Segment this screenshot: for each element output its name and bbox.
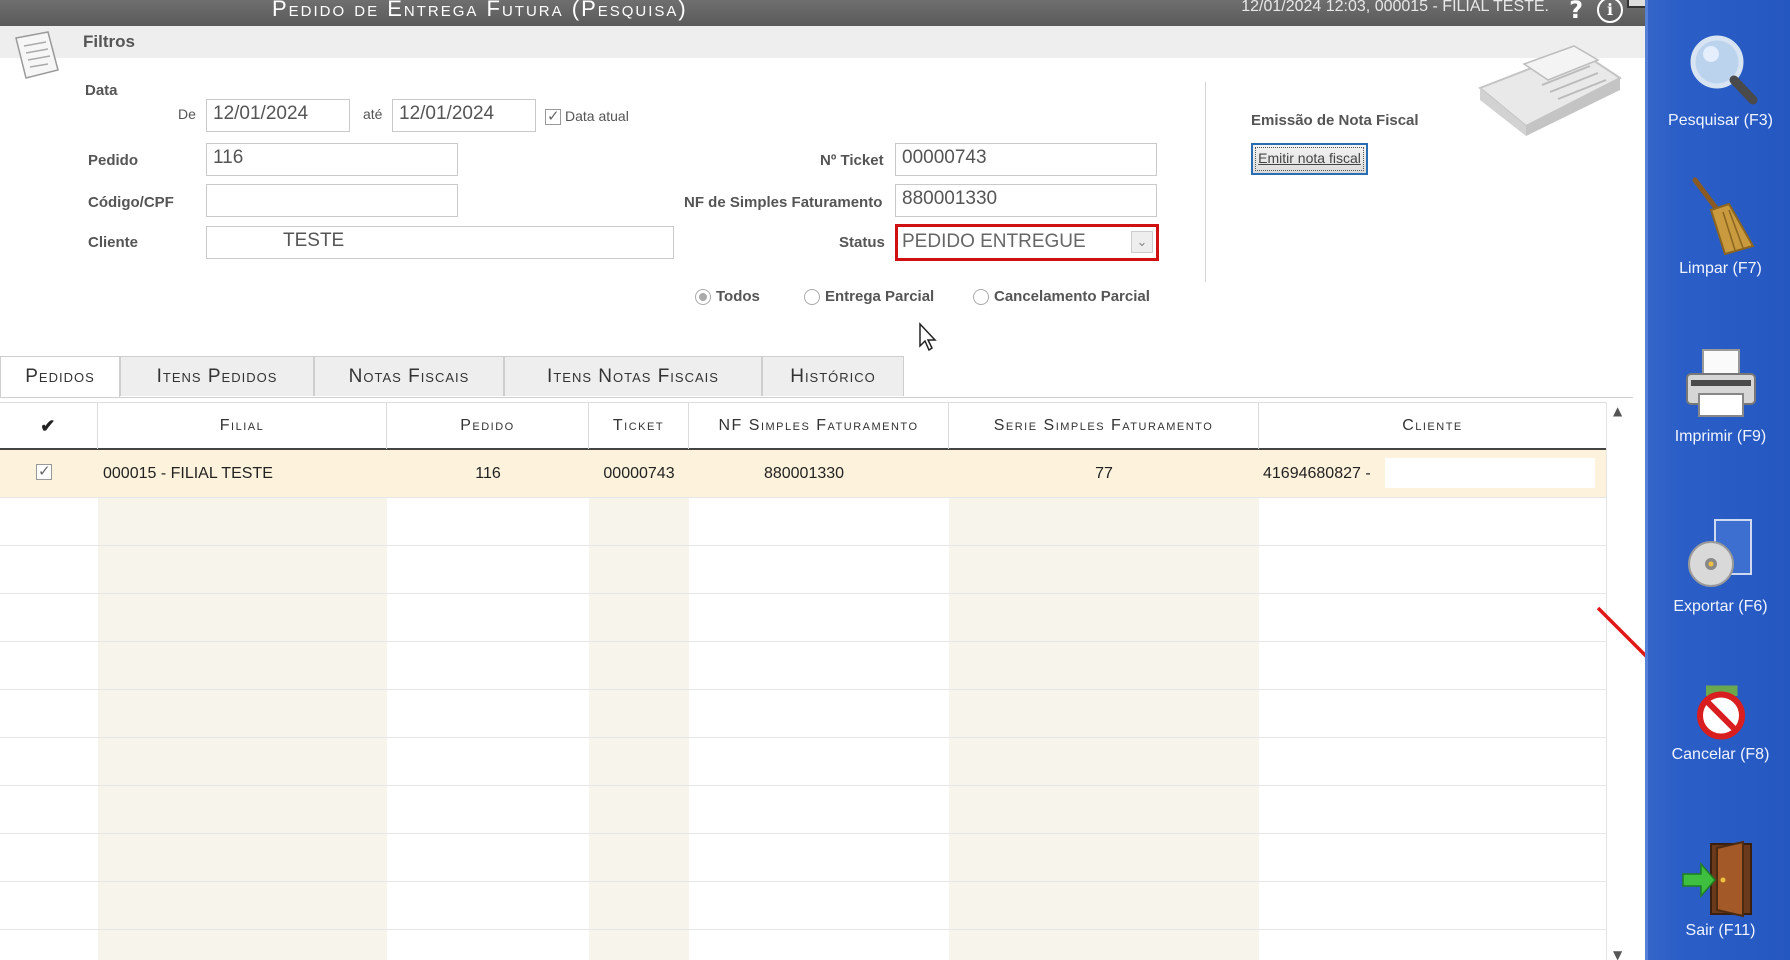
magnifier-icon (1690, 35, 1757, 105)
client-name-redacted (1385, 458, 1595, 488)
exit-button[interactable]: Sair (F11) (1648, 838, 1790, 940)
select-all-header[interactable]: ✔ (0, 403, 98, 449)
radio-partial-cancel-label: Cancelamento Parcial (994, 288, 1150, 305)
search-button[interactable]: Pesquisar (F3) (1648, 28, 1790, 130)
action-toolbar: Pesquisar (F3) Limpar (F7) Imprimir (F9)… (1645, 0, 1790, 960)
cell-ticket: 00000743 (603, 465, 675, 482)
code-cpf-field[interactable] (206, 184, 458, 217)
cancel-icon (1696, 685, 1745, 740)
cell-cliente: 41694680827 - (1263, 465, 1371, 482)
header-nf[interactable]: NF Simples Faturamento (689, 403, 949, 449)
scroll-down-icon[interactable]: ▼ (1613, 948, 1622, 960)
row-checkbox[interactable] (36, 462, 52, 480)
filters-title: Filtros (83, 32, 135, 51)
empty-row (0, 690, 1606, 738)
radio-all[interactable] (695, 289, 711, 305)
document-icon (15, 31, 59, 79)
nf-field[interactable]: 880001330 (895, 184, 1157, 217)
issue-invoice-button[interactable]: Emitir nota fiscal (1251, 143, 1368, 175)
ticket-field[interactable]: 00000743 (895, 143, 1157, 176)
cancel-button[interactable]: Cancelar (F8) (1648, 680, 1790, 764)
date-to-field[interactable]: 12/01/2024 (392, 99, 536, 132)
date-from-label: De (178, 106, 196, 122)
empty-row (0, 786, 1606, 834)
header-serie[interactable]: Serie Simples Faturamento (949, 403, 1259, 449)
export-button-label: Exportar (F6) (1673, 598, 1768, 615)
tab-itens-notas-fiscais[interactable]: Itens Notas Fiscais (504, 356, 762, 396)
radio-all-label: Todos (716, 288, 760, 305)
print-button[interactable]: Imprimir (F9) (1648, 344, 1790, 446)
broom-icon (1692, 177, 1755, 256)
radio-partial-delivery[interactable] (804, 289, 820, 305)
print-button-label: Imprimir (F9) (1674, 428, 1767, 445)
status-value: PEDIDO ENTREGUE (902, 231, 1086, 252)
clear-button-label: Limpar (F7) (1679, 260, 1762, 277)
invoice-section-title: Emissão de Nota Fiscal (1251, 112, 1419, 129)
order-field[interactable]: 116 (206, 143, 458, 176)
nf-label: NF de Simples Faturamento (684, 194, 883, 211)
code-cpf-label: Código/CPF (88, 194, 174, 211)
order-label: Pedido (88, 152, 139, 169)
current-date-label: Data atual (565, 108, 629, 124)
header-pedido[interactable]: Pedido (387, 403, 589, 449)
chevron-down-icon[interactable]: ⌄ (1131, 231, 1153, 253)
ticket-label: Nº Ticket (820, 152, 884, 169)
cancel-button-label: Cancelar (F8) (1671, 746, 1770, 763)
tab-pedidos[interactable]: Pedidos (0, 356, 120, 398)
exit-door-icon (1681, 840, 1752, 918)
radio-partial-delivery-label: Entrega Parcial (825, 288, 935, 305)
printer-icon (1685, 349, 1756, 417)
session-status: 12/01/2024 12:03, 000015 - FILIAL TESTE. (1241, 0, 1549, 15)
radio-partial-cancel[interactable] (973, 289, 989, 305)
date-to-label: até (363, 106, 383, 122)
table-row[interactable]: 000015 - FILIAL TESTE 116 00000743 88000… (0, 450, 1606, 498)
cell-nf: 880001330 (763, 465, 845, 482)
window-title: Pedido de Entrega Futura (Pesquisa) (272, 0, 688, 21)
cell-pedido: 116 (475, 465, 501, 482)
date-from-field[interactable]: 12/01/2024 (206, 99, 350, 132)
title-bar: Pedido de Entrega Futura (Pesquisa) 12/0… (0, 0, 1653, 26)
cell-filial: 000015 - FILIAL TESTE (103, 465, 273, 482)
header-ticket[interactable]: Ticket (589, 403, 689, 449)
status-select[interactable]: PEDIDO ENTREGUE ⌄ (895, 224, 1159, 261)
export-disc-icon (1687, 519, 1752, 587)
export-button[interactable]: Exportar (F6) (1648, 514, 1790, 616)
empty-row (0, 738, 1606, 786)
current-date-checkbox[interactable] (545, 107, 561, 125)
date-label: Data (85, 82, 118, 99)
filters-divider (1205, 82, 1206, 282)
empty-row (0, 594, 1606, 642)
scroll-up-icon[interactable]: ▲ (1613, 404, 1622, 418)
exit-button-label: Sair (F11) (1685, 922, 1756, 939)
empty-row (0, 498, 1606, 546)
empty-row (0, 546, 1606, 594)
info-icon[interactable]: i (1597, 0, 1623, 23)
client-label: Cliente (88, 234, 139, 251)
filters-header (0, 26, 1645, 58)
help-icon[interactable]: ? (1569, 0, 1583, 24)
status-label: Status (839, 234, 885, 251)
orders-grid: ✔ Filial Pedido Ticket NF Simples Fatura… (0, 402, 1632, 960)
tab-underline (0, 397, 1633, 398)
search-button-label: Pesquisar (F3) (1668, 112, 1773, 129)
header-cliente[interactable]: Cliente (1259, 403, 1606, 449)
empty-row (0, 642, 1606, 690)
empty-row (0, 882, 1606, 930)
tab-notas-fiscais[interactable]: Notas Fiscais (314, 356, 504, 396)
tab-historico[interactable]: Histórico (762, 356, 904, 396)
grid-header: ✔ Filial Pedido Ticket NF Simples Fatura… (0, 402, 1606, 450)
client-field[interactable]: TESTE (206, 226, 674, 259)
clear-button[interactable]: Limpar (F7) (1648, 176, 1790, 278)
header-filial[interactable]: Filial (98, 403, 387, 449)
tab-itens-pedidos[interactable]: Itens Pedidos (120, 356, 314, 396)
fiscal-printer-icon (1478, 45, 1622, 136)
cell-serie: 77 (1095, 465, 1113, 482)
empty-row (0, 834, 1606, 882)
mouse-cursor-icon (919, 322, 937, 352)
